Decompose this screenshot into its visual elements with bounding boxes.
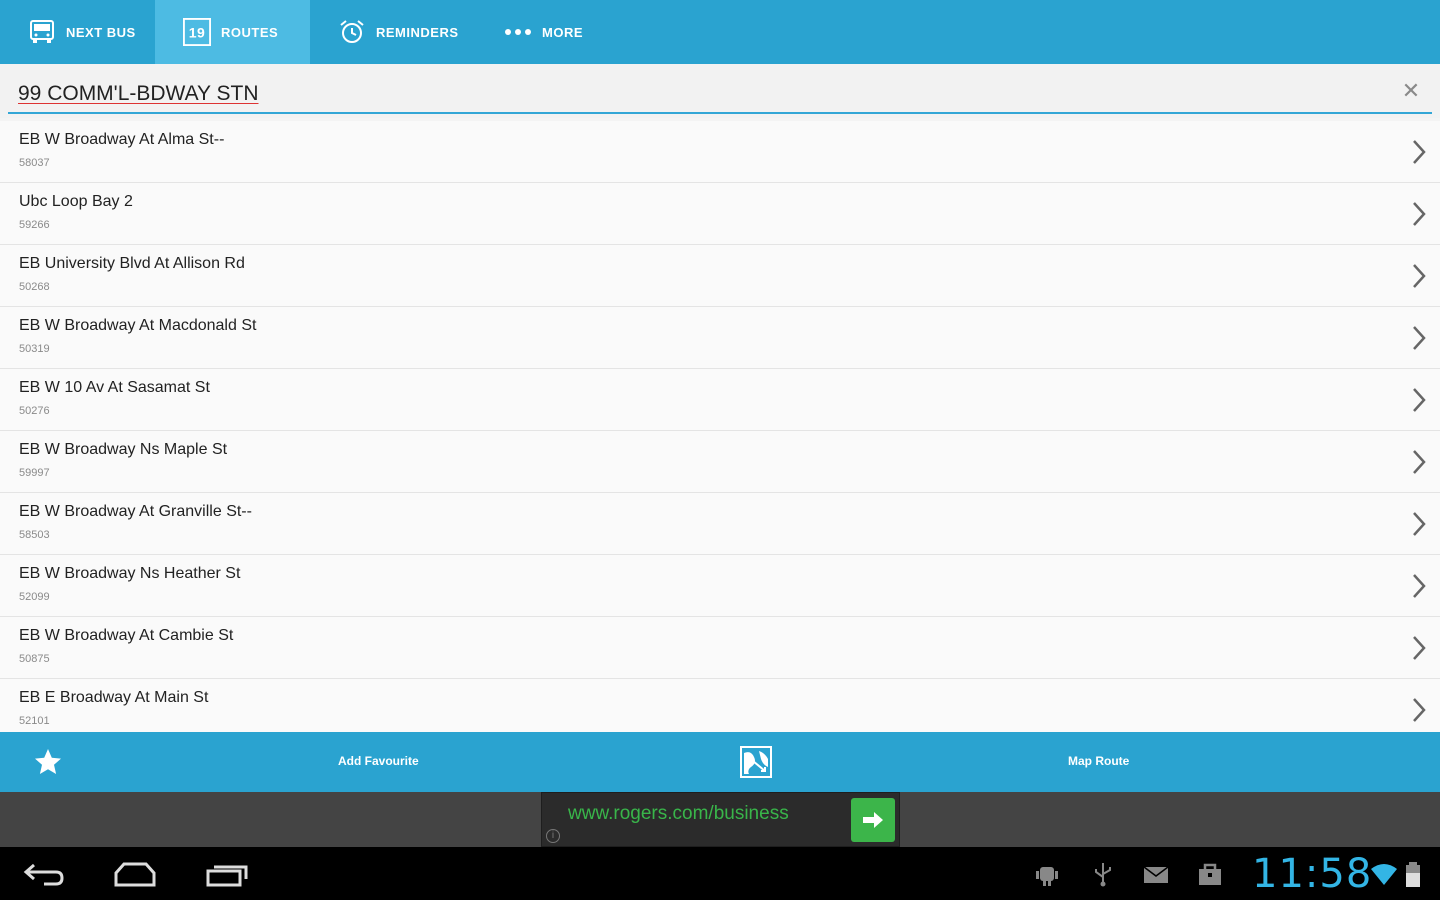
alarm-clock-icon: [338, 18, 366, 46]
stop-row[interactable]: EB E Broadway At Main St 52101: [0, 679, 1440, 732]
chevron-right-icon[interactable]: [1410, 325, 1428, 351]
stop-name: EB W Broadway At Macdonald St: [19, 317, 257, 334]
chevron-right-icon[interactable]: [1410, 635, 1428, 661]
stop-row[interactable]: EB W Broadway At Alma St-- 58037: [0, 121, 1440, 183]
tab-label: ROUTES: [221, 24, 279, 40]
stop-row[interactable]: EB W Broadway At Granville St-- 58503: [0, 493, 1440, 555]
android-debug-icon: [1034, 861, 1060, 887]
usb-icon: [1090, 861, 1116, 887]
add-favourite-button[interactable]: Add Favourite: [338, 754, 419, 768]
route-number-icon: 19: [183, 18, 211, 46]
stop-name: EB W Broadway At Alma St--: [19, 131, 225, 148]
shopping-bag-icon: [1197, 861, 1223, 887]
stop-row[interactable]: EB W Broadway Ns Heather St 52099: [0, 555, 1440, 617]
stop-row[interactable]: EB W Broadway At Macdonald St 50319: [0, 307, 1440, 369]
chevron-right-icon[interactable]: [1410, 139, 1428, 165]
bus-icon: [28, 18, 56, 46]
stop-code: 58037: [19, 157, 50, 169]
stop-name: EB W 10 Av At Sasamat St: [19, 379, 210, 396]
tab-label: NEXT BUS: [66, 24, 136, 40]
chevron-right-icon[interactable]: [1410, 201, 1428, 227]
stop-name: EB W Broadway At Granville St--: [19, 503, 252, 520]
tab-next-bus[interactable]: NEXT BUS: [0, 0, 155, 64]
tab-more[interactable]: MORE: [482, 0, 602, 64]
stop-name: EB E Broadway At Main St: [19, 689, 209, 706]
app-window: NEXT BUS 19 ROUTES REMINDERS MORE 99 COM…: [0, 0, 1440, 900]
stop-name: EB W Broadway Ns Heather St: [19, 565, 241, 582]
home-icon[interactable]: [112, 859, 158, 889]
stop-name: EB W Broadway At Cambie St: [19, 627, 234, 644]
stop-row[interactable]: Ubc Loop Bay 2 59266: [0, 183, 1440, 245]
system-nav-bar: 11:58: [0, 847, 1440, 900]
back-icon[interactable]: [22, 859, 68, 889]
ad-strip: www.rogers.com/business i: [0, 792, 1440, 847]
ad-info-icon[interactable]: i: [546, 829, 560, 843]
battery-icon: [1404, 861, 1422, 887]
chevron-right-icon[interactable]: [1410, 511, 1428, 537]
stop-row[interactable]: EB W Broadway At Cambie St 50875: [0, 617, 1440, 679]
stop-code: 50276: [19, 405, 50, 417]
stop-name: EB W Broadway Ns Maple St: [19, 441, 228, 458]
mail-icon: [1143, 861, 1169, 887]
map-route-button[interactable]: Map Route: [1068, 754, 1129, 768]
stop-code: 59997: [19, 467, 50, 479]
stop-row[interactable]: EB W 10 Av At Sasamat St 50276: [0, 369, 1440, 431]
chevron-right-icon[interactable]: [1410, 449, 1428, 475]
status-clock: 11:58: [1252, 851, 1373, 897]
chevron-right-icon[interactable]: [1410, 263, 1428, 289]
stop-code: 50875: [19, 653, 50, 665]
stop-code: 59266: [19, 219, 50, 231]
title-underline: [8, 112, 1432, 114]
tab-label: MORE: [542, 24, 583, 40]
top-tab-bar: NEXT BUS 19 ROUTES REMINDERS MORE: [0, 0, 1440, 64]
ad-banner[interactable]: www.rogers.com/business i: [541, 792, 900, 847]
tab-routes[interactable]: 19 ROUTES: [155, 0, 310, 64]
stop-row[interactable]: EB W Broadway Ns Maple St 59997: [0, 431, 1440, 493]
tab-reminders[interactable]: REMINDERS: [310, 0, 482, 64]
stop-code: 50319: [19, 343, 50, 355]
arrow-right-icon[interactable]: [851, 798, 895, 842]
route-title-bar: 99 COMM'L-BDWAY STN ✕: [0, 64, 1440, 118]
map-icon[interactable]: [739, 745, 773, 779]
stop-row[interactable]: EB University Blvd At Allison Rd 50268: [0, 245, 1440, 307]
chevron-right-icon[interactable]: [1410, 697, 1428, 723]
stop-name: EB University Blvd At Allison Rd: [19, 255, 245, 272]
route-badge: 19: [189, 25, 206, 41]
clear-icon[interactable]: ✕: [1400, 80, 1422, 102]
stop-code: 50268: [19, 281, 50, 293]
ellipsis-icon: [504, 18, 532, 46]
stop-code: 58503: [19, 529, 50, 541]
stop-list[interactable]: EB W Broadway At Alma St-- 58037 Ubc Loop …: [0, 121, 1440, 732]
chevron-right-icon[interactable]: [1410, 387, 1428, 413]
chevron-right-icon[interactable]: [1410, 573, 1428, 599]
stop-code: 52101: [19, 715, 50, 727]
bottom-action-bar: Add Favourite Map Route: [0, 732, 1440, 792]
tab-label: REMINDERS: [376, 24, 459, 40]
recent-apps-icon[interactable]: [204, 859, 250, 889]
ad-url[interactable]: www.rogers.com/business: [568, 803, 789, 825]
stop-name: Ubc Loop Bay 2: [19, 193, 133, 210]
star-icon[interactable]: [32, 746, 64, 778]
route-title[interactable]: 99 COMM'L-BDWAY STN: [18, 82, 259, 106]
wifi-icon: [1370, 861, 1397, 887]
stop-code: 52099: [19, 591, 50, 603]
